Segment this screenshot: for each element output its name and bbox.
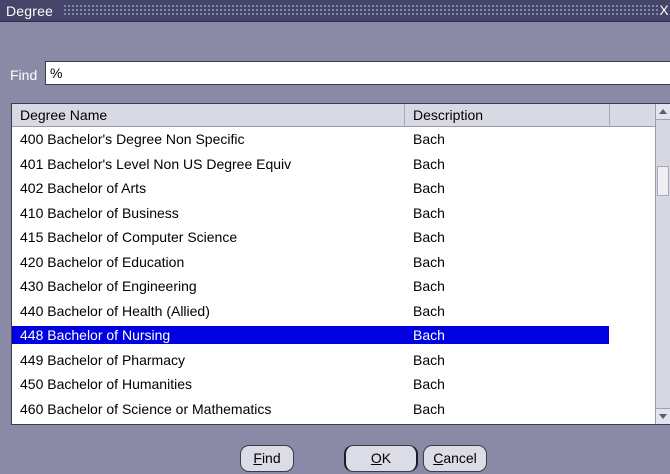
cell-degree-name: 400 Bachelor's Degree Non Specific [20,131,245,147]
cell-degree-name: 420 Bachelor of Education [20,253,185,270]
table-row[interactable]: 449 Bachelor of Pharmacy Bach [12,348,657,373]
cell-degree-name: 449 Bachelor of Pharmacy [20,351,185,368]
cell-degree-name: 410 Bachelor of Business [20,204,179,221]
find-button-label: ind [261,450,281,466]
cell-description: Bach [413,204,445,221]
find-button-mnemonic: F [253,450,262,466]
ok-button[interactable]: OK [344,445,418,472]
cancel-button[interactable]: Cancel [423,445,487,472]
table-row[interactable]: 430 Bachelor of Engineering Bach [12,274,657,299]
column-header-description[interactable]: Description [405,104,610,126]
cell-description: Bach [413,302,445,319]
title-bar[interactable]: Degree X [0,0,670,22]
grid-rows: 400 Bachelor's Degree Non Specific Bach 40… [12,127,657,421]
cell-degree-name: 430 Bachelor of Engineering [20,278,197,294]
cell-degree-name: 448 Bachelor of Nursing [20,327,171,343]
cell-degree-name: 440 Bachelor of Health (Allied) [20,302,210,319]
cell-description: Bach [413,327,445,343]
scroll-thumb[interactable] [657,166,669,196]
scroll-up-arrow-icon[interactable] [656,104,670,120]
cell-degree-name: 460 Bachelor of Science or Mathematics [20,400,272,417]
cell-description: Bach [413,351,445,368]
table-row[interactable]: 420 Bachelor of Education Bach [12,250,657,275]
scroll-down-arrow-icon[interactable] [656,408,670,424]
results-grid: Degree Name Description 400 Bachelor's D… [11,103,670,425]
cell-description: Bach [413,376,445,392]
cell-description: Bach [413,180,445,196]
cell-degree-name: 450 Bachelor of Humanities [20,376,192,392]
cell-degree-name: 415 Bachelor of Computer Science [20,229,238,245]
find-label: Find [10,67,38,83]
table-row[interactable]: 415 Bachelor of Computer Science Bach [12,225,657,250]
cell-degree-name: 401 Bachelor's Level Non US Degree Equiv [20,155,292,172]
table-row[interactable]: 402 Bachelor of Arts Bach [12,176,657,201]
find-button[interactable]: Find [240,445,294,472]
cell-description: Bach [413,229,445,245]
title-bar-pattern [64,5,658,17]
find-input[interactable] [45,61,670,85]
column-header-blank [610,104,657,126]
table-row[interactable]: 440 Bachelor of Health (Allied) Bach [12,299,657,324]
vertical-scrollbar[interactable] [655,104,670,424]
table-row[interactable]: 410 Bachelor of Business Bach [12,201,657,226]
cell-description: Bach [413,400,445,417]
cell-description: Bach [413,155,445,172]
cell-description: Bach [413,131,445,147]
cell-description: Bach [413,253,445,270]
ok-button-mnemonic: O [370,450,382,466]
cell-degree-name: 402 Bachelor of Arts [20,180,147,196]
table-row-selected[interactable]: 448 Bachelor of Nursing Bach [12,323,657,348]
table-row[interactable]: 460 Bachelor of Science or Mathematics Ba… [12,397,657,422]
cell-description: Bach [413,278,445,294]
window-title: Degree [6,3,58,19]
ok-button-label: K [381,450,392,466]
cancel-button-label: ancel [443,450,477,466]
close-icon[interactable]: X [658,2,670,18]
cancel-button-mnemonic: C [433,450,444,466]
table-row[interactable]: 450 Bachelor of Humanities Bach [12,372,657,397]
table-row[interactable]: 401 Bachelor's Level Non US Degree Equiv… [12,152,657,177]
column-header-degree-name[interactable]: Degree Name [12,104,405,126]
table-row[interactable]: 400 Bachelor's Degree Non Specific Bach [12,127,657,152]
grid-header: Degree Name Description [12,104,657,127]
